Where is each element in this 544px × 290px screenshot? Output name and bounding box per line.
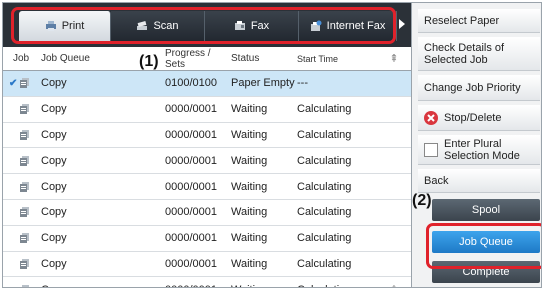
header-progress: Progress / Sets [165, 47, 211, 70]
job-queue-table: Job Job Queue Progress / Sets Status Sta… [3, 47, 411, 287]
back-button[interactable]: Back [418, 169, 540, 193]
copy-job-icon [20, 284, 29, 287]
button-label: Check Details of Selected Job [424, 41, 505, 66]
table-row[interactable]: Copy 0000/0001 Waiting Calculating [3, 252, 411, 278]
callout-label-2: (2) [412, 192, 432, 209]
job-cell [3, 284, 37, 287]
reselect-paper-button[interactable]: Reselect Paper [418, 9, 540, 33]
copy-job-icon [20, 155, 29, 166]
header-status: Status [231, 53, 260, 64]
copy-job-icon [20, 207, 29, 218]
start-time-cell: Calculating [297, 103, 352, 116]
change-priority-button[interactable]: Change Job Priority [418, 75, 540, 101]
job-queue-cell: Copy [41, 180, 67, 193]
status-cell: Waiting [231, 284, 297, 287]
job-cell [3, 129, 37, 141]
scroll-bottom-icon[interactable]: ⇟ [377, 283, 411, 287]
start-time-cell: Calculating [297, 206, 352, 219]
check-details-button[interactable]: Check Details of Selected Job [418, 37, 540, 71]
table-row[interactable]: ✔ Copy 0100/0100 Paper Empty --- [3, 71, 411, 97]
copy-job-icon [20, 181, 29, 192]
job-queue-cell: Copy [37, 284, 165, 287]
button-label: Change Job Priority [424, 81, 521, 94]
progress-cell: 0000/0001 [165, 257, 217, 270]
start-time-cell: Calculating [297, 257, 352, 270]
start-time-cell: Calculating [297, 154, 352, 167]
start-time-cell: Calculating [297, 232, 352, 245]
status-cell: Waiting [231, 232, 268, 245]
button-label: Stop/Delete [444, 111, 502, 124]
copy-job-icon [20, 129, 29, 140]
button-label: Spool [471, 204, 501, 216]
copy-job-icon [20, 104, 29, 115]
status-cell: Waiting [231, 154, 268, 167]
stop-delete-icon [424, 110, 438, 125]
button-label: Back [424, 174, 449, 187]
table-header: Job Job Queue Progress / Sets Status Sta… [3, 47, 411, 71]
table-row[interactable]: Copy 0000/0001 Waiting Calculating [3, 123, 411, 149]
progress-cell: 0000/0001 [165, 103, 217, 116]
status-cell: Waiting [231, 257, 268, 270]
table-row[interactable]: Copy 0000/0001 Waiting Calculating [3, 226, 411, 252]
callout-frame-2 [426, 223, 541, 269]
job-cell [3, 206, 37, 218]
checkmark-icon: ✔ [9, 77, 18, 89]
stop-delete-button[interactable]: Stop/Delete [418, 105, 540, 131]
progress-cell: 0000/0001 [165, 206, 217, 219]
progress-cell: 0000/0001 [165, 284, 231, 287]
job-queue-cell: Copy [41, 77, 67, 90]
progress-cell: 0000/0001 [165, 232, 217, 245]
table-row[interactable]: Copy 0000/0001 Waiting Calculating [3, 200, 411, 226]
job-queue-cell: Copy [41, 232, 67, 245]
start-time-cell: Calculating [297, 128, 352, 141]
job-status-screen: Print Scan Fax Internet Fax Job Job Queu… [2, 2, 542, 288]
table-body: ✔ Copy 0100/0100 Paper Empty --- Copy 0000/000… [3, 71, 411, 287]
progress-cell: 0000/0001 [165, 128, 217, 141]
spool-button[interactable]: Spool [432, 199, 540, 221]
job-cell [3, 232, 37, 244]
header-start-time: Start Time [297, 53, 339, 64]
status-cell: Waiting [231, 103, 268, 116]
button-label: Enter Plural Selection Mode [444, 137, 520, 162]
progress-cell: 0000/0001 [165, 154, 217, 167]
start-time-cell: Calculating [297, 284, 377, 287]
status-cell: Waiting [231, 180, 268, 193]
job-queue-cell: Copy [41, 206, 67, 219]
job-cell [3, 103, 37, 115]
progress-cell: 0100/0100 [165, 77, 217, 90]
table-row[interactable]: Copy 0000/0001 Waiting Calculating [3, 174, 411, 200]
table-row[interactable]: Copy 0000/0001 Waiting Calculating [3, 97, 411, 123]
plural-selection-button[interactable]: Enter Plural Selection Mode [418, 135, 540, 165]
scroll-top-icon[interactable]: ⇞ [377, 52, 411, 65]
job-queue-cell: Copy [41, 154, 67, 167]
checkbox-icon [424, 142, 438, 157]
start-time-cell: --- [297, 77, 308, 90]
job-queue-cell: Copy [41, 128, 67, 141]
start-time-cell: Calculating [297, 180, 352, 193]
header-job: Job [13, 53, 30, 64]
table-row[interactable]: Copy0000/0001WaitingCalculating⇟ [3, 277, 411, 287]
copy-job-icon [20, 78, 29, 89]
job-cell: ✔ [3, 77, 37, 89]
copy-job-icon [20, 233, 29, 244]
button-label: Reselect Paper [424, 14, 500, 27]
job-cell [3, 155, 37, 167]
job-cell [3, 181, 37, 193]
tab-scroll-right-icon[interactable] [399, 19, 405, 29]
job-queue-cell: Copy [41, 103, 67, 116]
status-cell: Paper Empty [231, 77, 295, 90]
table-row[interactable]: Copy 0000/0001 Waiting Calculating [3, 148, 411, 175]
copy-job-icon [20, 258, 29, 269]
callout-label-1: (1) [139, 53, 159, 70]
job-cell [3, 258, 37, 270]
job-queue-cell: Copy [41, 257, 67, 270]
status-cell: Waiting [231, 206, 268, 219]
status-cell: Waiting [231, 128, 268, 141]
progress-cell: 0000/0001 [165, 180, 217, 193]
callout-frame-1 [11, 7, 396, 44]
